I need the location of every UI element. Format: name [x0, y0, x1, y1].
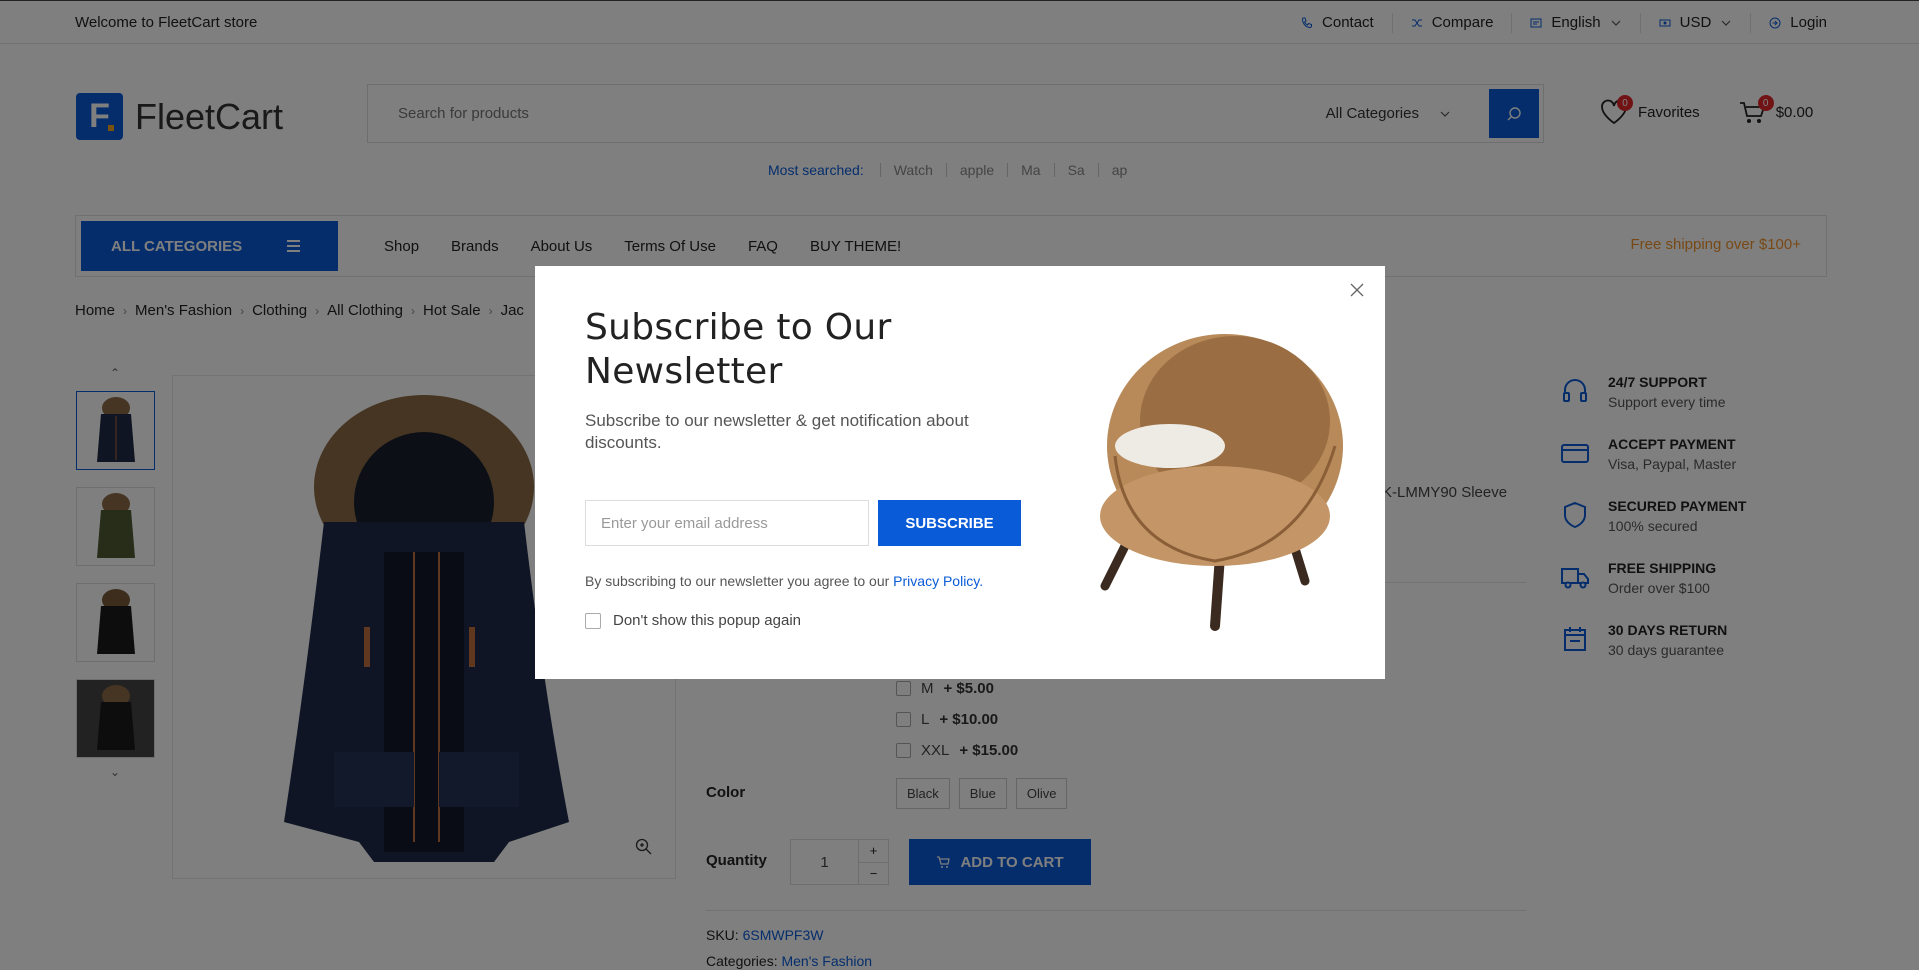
close-icon[interactable] [1347, 280, 1367, 300]
privacy-note: By subscribing to our newsletter you agr… [585, 573, 983, 589]
modal-subtitle: Subscribe to our newsletter & get notifi… [585, 411, 969, 452]
modal-title: Subscribe to Our Newsletter [585, 307, 892, 392]
dont-show-checkbox[interactable] [585, 612, 601, 629]
privacy-policy-link[interactable]: Privacy Policy. [893, 573, 983, 589]
dont-show-label: Don't show this popup again [613, 612, 801, 629]
newsletter-modal: Subscribe to Our Newsletter Subscribe to… [535, 266, 1385, 679]
chair-image [1100, 334, 1343, 631]
privacy-note-text: By subscribing to our newsletter you agr… [585, 573, 890, 589]
dont-show-option[interactable]: Don't show this popup again [585, 612, 801, 629]
page: Welcome to FleetCart store Contact Compa… [0, 0, 1919, 970]
subscribe-button[interactable]: SUBSCRIBE [878, 500, 1021, 546]
email-field[interactable]: Enter your email address [585, 500, 869, 546]
